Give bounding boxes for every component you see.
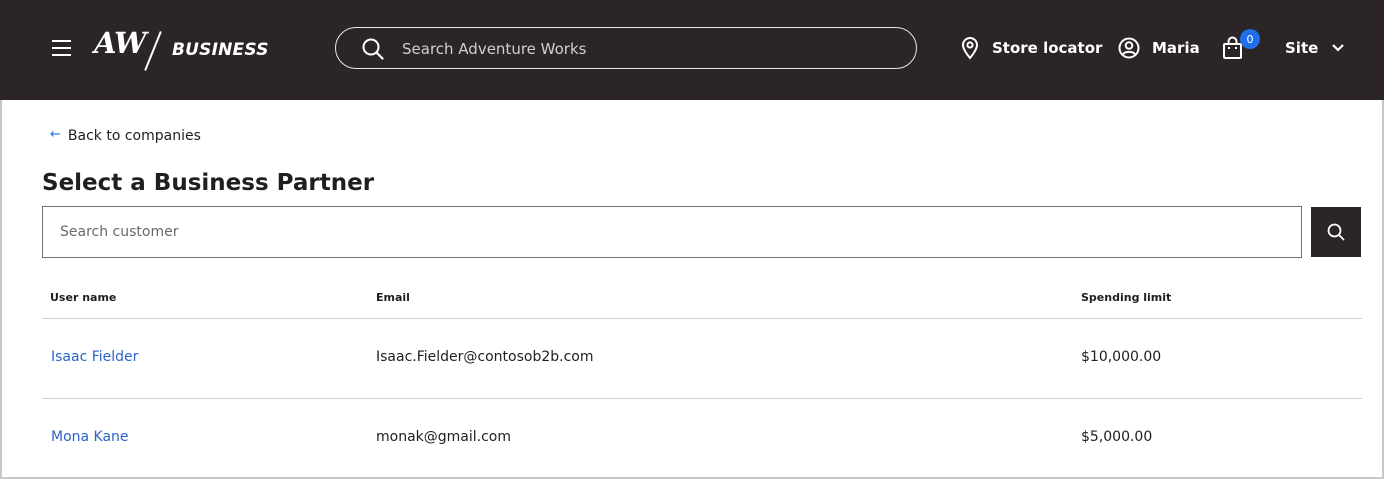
site-search-placeholder: Search Adventure Works bbox=[402, 40, 587, 58]
location-pin-icon bbox=[961, 37, 979, 60]
spending-limit-cell: $5,000.00 bbox=[1081, 429, 1153, 445]
table-row-divider bbox=[42, 398, 1362, 399]
page-title: Select a Business Partner bbox=[42, 170, 375, 196]
user-icon bbox=[1118, 37, 1140, 59]
customer-search-input[interactable]: Search customer bbox=[42, 206, 1302, 258]
email-cell: Isaac.Fielder@contosob2b.com bbox=[376, 349, 594, 365]
user-name-link[interactable]: Isaac Fielder bbox=[51, 349, 138, 365]
table-header-divider bbox=[42, 318, 1362, 319]
hamburger-menu-icon[interactable] bbox=[52, 40, 71, 57]
store-locator-link[interactable]: Store locator bbox=[960, 35, 1102, 61]
logo-text: BUSINESS bbox=[172, 40, 269, 60]
logo-divider bbox=[144, 31, 162, 71]
store-locator-label: Store locator bbox=[992, 39, 1103, 57]
chevron-down-icon bbox=[1332, 44, 1345, 52]
spending-limit-cell: $10,000.00 bbox=[1081, 349, 1162, 365]
account-label: Maria bbox=[1152, 39, 1200, 57]
site-selector[interactable]: Site bbox=[1285, 35, 1345, 61]
back-link-label: Back to companies bbox=[67, 128, 201, 144]
logo-mark: AW bbox=[94, 26, 147, 60]
site-search-input[interactable]: Search Adventure Works bbox=[335, 27, 917, 69]
column-header-user-name: User name bbox=[50, 291, 117, 304]
search-icon bbox=[362, 38, 384, 60]
account-link[interactable]: Maria bbox=[1118, 35, 1200, 61]
user-name-link[interactable]: Mona Kane bbox=[51, 429, 129, 445]
site-label: Site bbox=[1285, 39, 1319, 57]
column-header-email: Email bbox=[376, 291, 410, 304]
search-icon bbox=[1327, 223, 1345, 241]
email-cell: monak@gmail.com bbox=[376, 429, 511, 445]
customer-search-placeholder: Search customer bbox=[60, 224, 179, 240]
back-to-companies-link[interactable]: ← Back to companies bbox=[50, 126, 201, 145]
customer-search-button[interactable] bbox=[1311, 207, 1361, 257]
column-header-spending-limit: Spending limit bbox=[1081, 291, 1172, 304]
cart-count-badge: 0 bbox=[1240, 29, 1260, 49]
arrow-left-icon: ← bbox=[50, 126, 61, 142]
site-header: AW BUSINESS Search Adventure Works Store… bbox=[0, 0, 1384, 100]
brand-logo[interactable]: AW BUSINESS bbox=[94, 26, 274, 72]
